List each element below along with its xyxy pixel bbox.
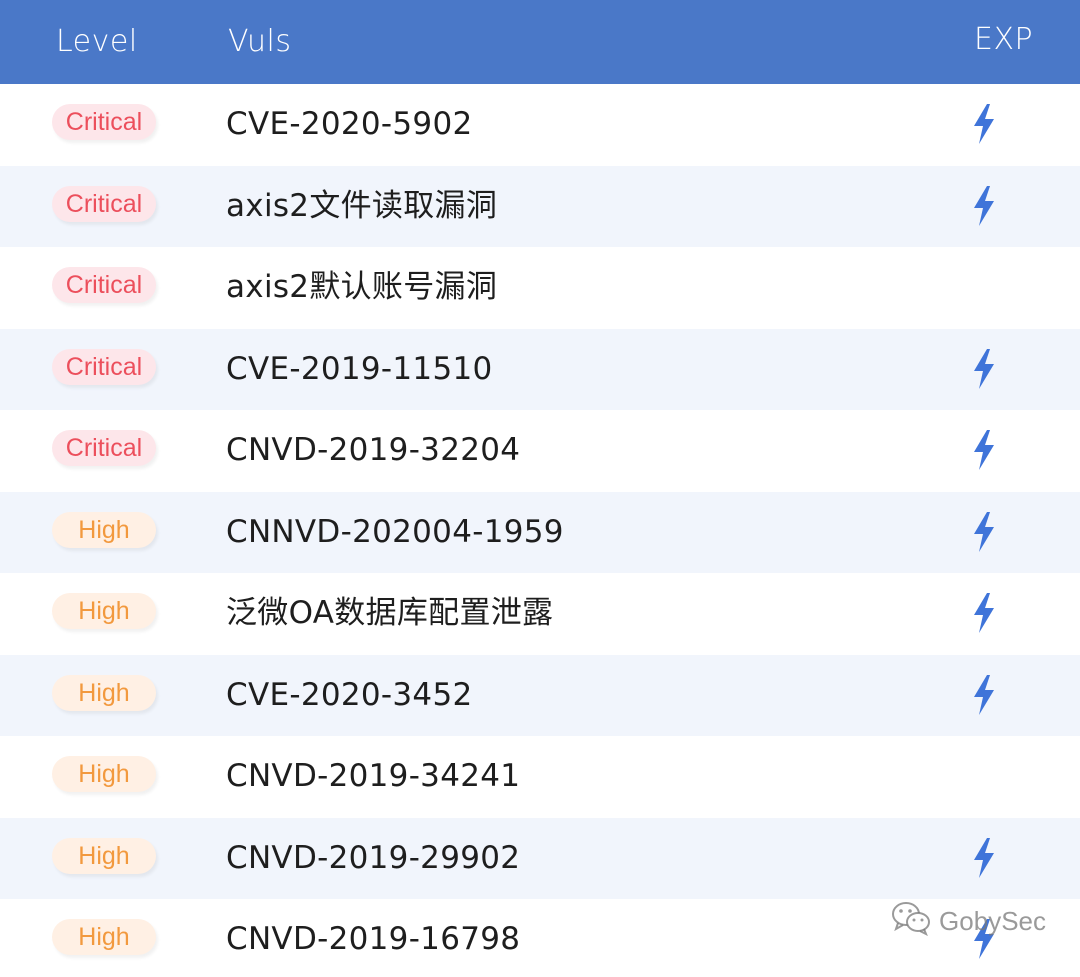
severity-badge: Critical — [52, 104, 156, 140]
table-row[interactable]: Critical CVE-2020-5902 — [0, 84, 1080, 166]
table-row[interactable]: High CNVD-2019-29902 — [0, 817, 1080, 899]
vulnerability-name[interactable]: CNVD-2019-32204 — [226, 428, 520, 472]
vulnerability-name[interactable]: axis2默认账号漏洞 — [226, 265, 497, 309]
table-row[interactable]: Critical CVE-2019-11510 — [0, 328, 1080, 410]
exp-lightning-icon[interactable] — [968, 102, 1004, 146]
column-header-level[interactable]: Level — [56, 20, 138, 64]
severity-badge: High — [52, 674, 156, 711]
vulnerability-name[interactable]: 泛微OA数据库配置泄露 — [226, 591, 553, 635]
table-row[interactable]: High CNNVD-202004-1959 — [0, 491, 1080, 573]
table-row[interactable]: Critical CNVD-2019-32204 — [0, 410, 1080, 492]
severity-badge: High — [52, 919, 156, 955]
wechat-icon — [891, 900, 931, 943]
table-body: Critical CVE-2020-5902 Critical axis2文件读取漏洞… — [0, 84, 1080, 977]
table-row[interactable]: Critical axis2文件读取漏洞 — [0, 165, 1080, 247]
vulnerability-name[interactable]: CNVD-2019-29902 — [226, 836, 520, 880]
vulnerability-name[interactable]: axis2文件读取漏洞 — [226, 184, 497, 228]
exp-lightning-icon[interactable] — [968, 510, 1004, 554]
severity-badge: Critical — [52, 348, 156, 385]
table-row[interactable]: High 泛微OA数据库配置泄露 — [0, 573, 1080, 655]
severity-badge: High — [52, 511, 156, 548]
watermark: GobySec — [891, 900, 1046, 943]
severity-badge: High — [52, 756, 156, 792]
exp-lightning-icon[interactable] — [968, 836, 1004, 880]
table-row[interactable]: Critical axis2默认账号漏洞 — [0, 247, 1080, 329]
table-row[interactable]: High CVE-2020-3452 — [0, 654, 1080, 736]
severity-badge: Critical — [52, 267, 156, 303]
vulnerability-name[interactable]: CVE-2019-11510 — [226, 347, 493, 391]
vulnerability-name[interactable]: CNVD-2019-16798 — [226, 917, 520, 961]
vulnerability-name[interactable]: CNNVD-202004-1959 — [226, 510, 564, 554]
severity-badge: High — [52, 593, 156, 629]
column-header-vuls[interactable]: Vuls — [228, 20, 291, 64]
watermark-text: GobySec — [939, 906, 1046, 936]
exp-lightning-icon[interactable] — [968, 184, 1004, 228]
table-row[interactable]: High CNVD-2019-34241 — [0, 736, 1080, 818]
vulnerability-name[interactable]: CNVD-2019-34241 — [226, 754, 520, 798]
vulnerability-name[interactable]: CVE-2020-5902 — [226, 102, 473, 146]
severity-badge: Critical — [52, 185, 156, 222]
severity-badge: High — [52, 837, 156, 874]
exp-lightning-icon[interactable] — [968, 347, 1004, 391]
table-header: Level Vuls EXP — [0, 0, 1080, 84]
vulnerability-table: Level Vuls EXP Critical CVE-2020-5902 Crit… — [0, 0, 1080, 977]
column-header-exp[interactable]: EXP — [974, 18, 1033, 62]
vulnerability-name[interactable]: CVE-2020-3452 — [226, 673, 473, 717]
exp-lightning-icon[interactable] — [968, 673, 1004, 717]
exp-lightning-icon[interactable] — [968, 428, 1004, 472]
exp-lightning-icon[interactable] — [968, 591, 1004, 635]
severity-badge: Critical — [52, 430, 156, 466]
